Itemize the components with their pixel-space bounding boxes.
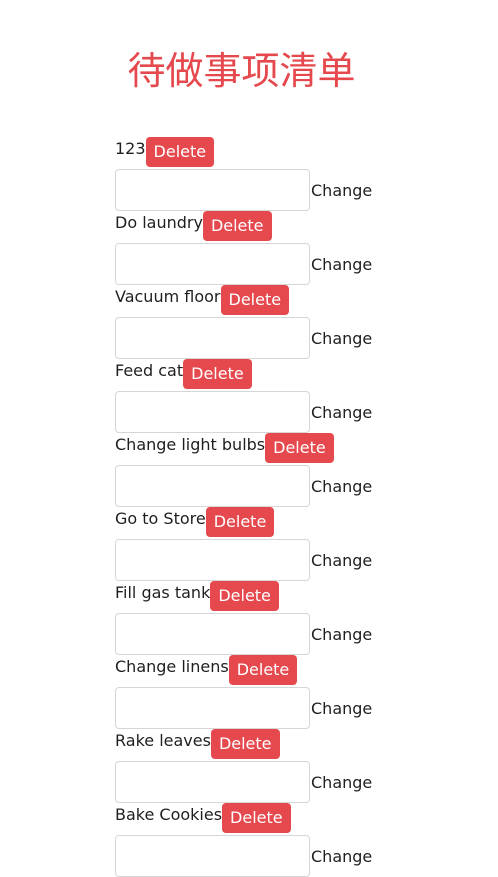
todo-text: Fill gas tank [115,583,211,602]
edit-input[interactable] [115,169,310,211]
change-button[interactable]: Change [311,551,372,570]
todo-text: 123 [115,139,146,158]
todo-line: Change linens Delete [115,655,415,687]
edit-row: Change [115,465,415,507]
todo-item: Go to Store Delete Change [115,507,415,581]
todo-line: Fill gas tank Delete [115,581,415,613]
todo-item: 123 Delete Change [115,137,415,211]
todo-item: Vacuum floor Delete Change [115,285,415,359]
todo-line: Change light bulbs Delete [115,433,415,465]
edit-input[interactable] [115,539,310,581]
todo-line: Rake leaves Delete [115,729,415,761]
todo-line: Vacuum floor Delete [115,285,415,317]
delete-button[interactable]: Delete [228,655,298,685]
edit-row: Change [115,539,415,581]
todo-text: Do laundry [115,213,203,232]
change-button[interactable]: Change [311,847,372,866]
edit-input[interactable] [115,465,310,507]
todo-text: Go to Store [115,509,206,528]
change-button[interactable]: Change [311,403,372,422]
todo-item: Change linens Delete Change [115,655,415,729]
delete-button[interactable]: Delete [222,803,291,833]
edit-input[interactable] [115,613,310,655]
todo-line: Do laundry Delete [115,211,415,243]
edit-input[interactable] [115,391,310,433]
todo-item: Bake Cookies Delete Change [115,803,415,877]
change-button[interactable]: Change [311,329,372,348]
delete-button[interactable]: Delete [183,359,252,389]
delete-button[interactable]: Delete [205,507,275,537]
edit-row: Change [115,243,415,285]
edit-input[interactable] [115,761,310,803]
edit-row: Change [115,761,415,803]
todo-text: Rake leaves [115,731,211,750]
delete-button[interactable]: Delete [145,137,215,167]
edit-row: Change [115,169,415,211]
delete-button[interactable]: Delete [220,285,290,315]
change-button[interactable]: Change [311,699,372,718]
delete-button[interactable]: Delete [202,211,272,241]
todo-text: Vacuum floor [115,287,221,306]
todo-item: Feed cat Delete Change [115,359,415,433]
todo-line: Go to Store Delete [115,507,415,539]
change-button[interactable]: Change [311,773,372,792]
todo-item: Rake leaves Delete Change [115,729,415,803]
todo-text: Change linens [115,657,229,676]
todo-line: Feed cat Delete [115,359,415,391]
delete-button[interactable]: Delete [210,581,279,611]
edit-row: Change [115,317,415,359]
todo-text: Change light bulbs [115,435,266,454]
change-button[interactable]: Change [311,181,372,200]
delete-button[interactable]: Delete [265,433,334,463]
todo-item: Change light bulbs Delete Change [115,433,415,507]
page-title: 待做事项清单 [127,49,356,93]
delete-button[interactable]: Delete [210,729,280,759]
todo-list: 123 Delete Change Do laundry Delete Chan… [115,137,415,877]
change-button[interactable]: Change [311,477,372,496]
todo-text: Feed cat [115,361,184,380]
todo-line: 123 Delete [115,137,415,169]
change-button[interactable]: Change [311,625,372,644]
change-button[interactable]: Change [311,255,372,274]
todo-line: Bake Cookies Delete [115,803,415,835]
edit-input[interactable] [115,835,310,877]
edit-row: Change [115,835,415,877]
edit-row: Change [115,613,415,655]
todo-text: Bake Cookies [115,805,223,824]
todo-item: Fill gas tank Delete Change [115,581,415,655]
edit-row: Change [115,687,415,729]
edit-row: Change [115,391,415,433]
edit-input[interactable] [115,243,310,285]
edit-input[interactable] [115,317,310,359]
todo-item: Do laundry Delete Change [115,211,415,285]
edit-input[interactable] [115,687,310,729]
